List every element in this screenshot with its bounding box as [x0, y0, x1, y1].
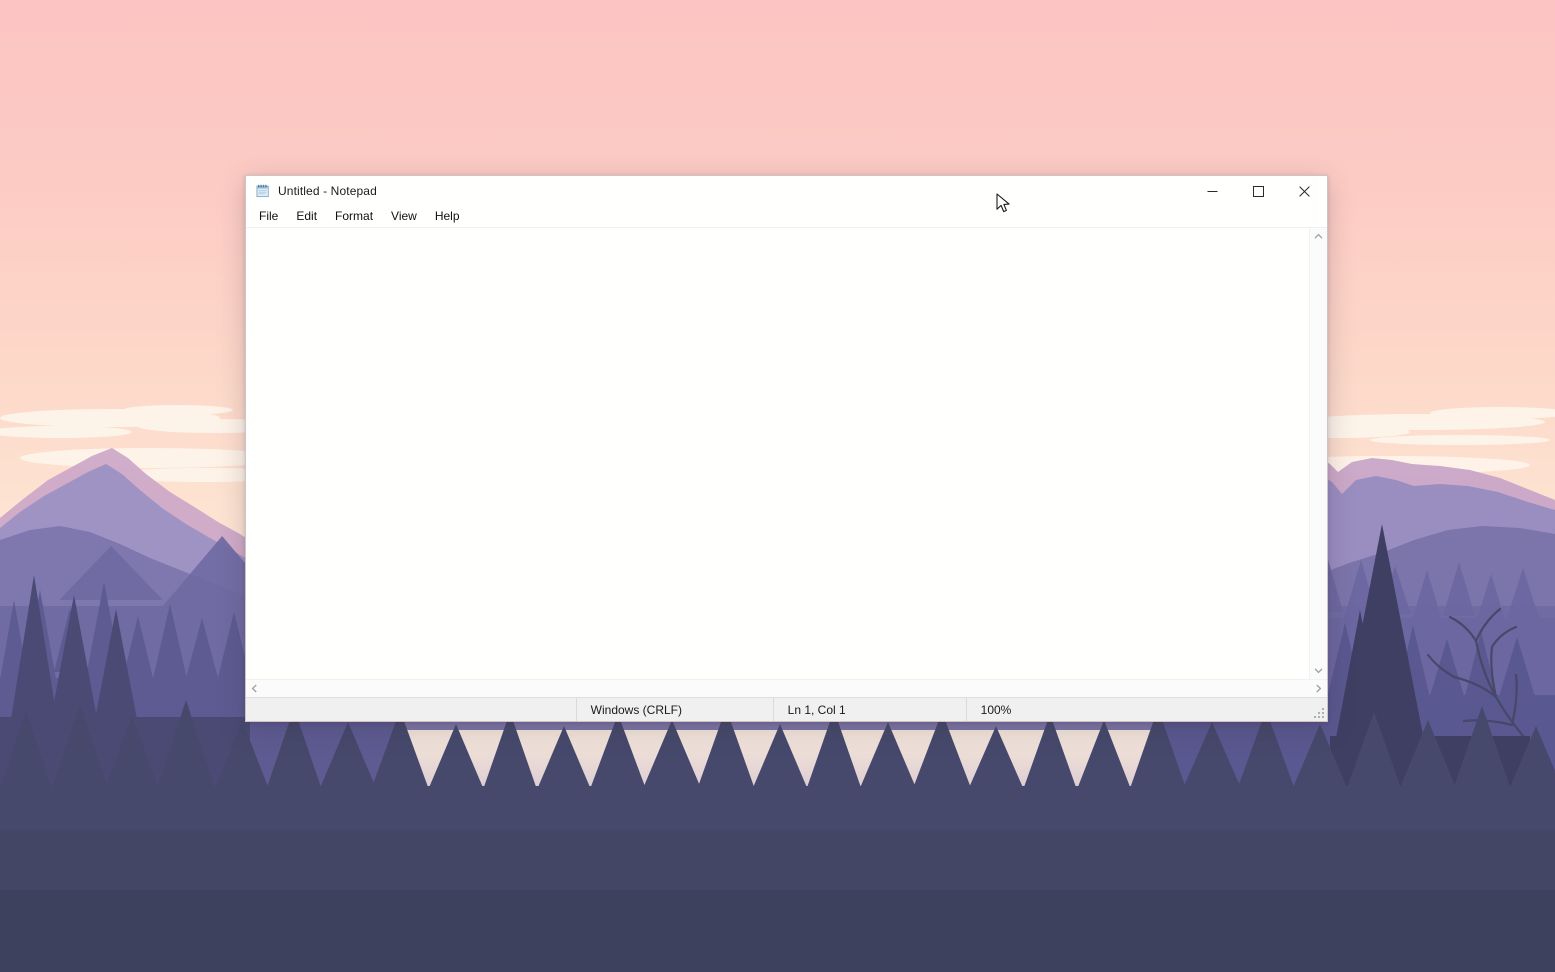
- status-cursor-position[interactable]: Ln 1, Col 1: [772, 698, 966, 721]
- vertical-scrollbar[interactable]: [1309, 228, 1327, 679]
- foreground-forest-layer: [0, 700, 1555, 972]
- status-line-ending[interactable]: Windows (CRLF): [575, 698, 773, 721]
- maximize-button[interactable]: [1235, 176, 1281, 206]
- scroll-up-button[interactable]: [1310, 228, 1327, 245]
- minimize-icon: [1207, 190, 1217, 192]
- maximize-icon: [1252, 185, 1264, 197]
- chevron-up-icon: [1314, 233, 1323, 239]
- notepad-icon: [255, 183, 271, 199]
- chevron-left-icon: [251, 684, 257, 693]
- close-button[interactable]: [1281, 176, 1327, 206]
- horizontal-scrollbar-track[interactable]: [263, 680, 1310, 697]
- resize-grip[interactable]: [1313, 707, 1325, 719]
- minimize-button[interactable]: [1189, 176, 1235, 206]
- menu-item-help[interactable]: Help: [426, 207, 469, 226]
- close-icon: [1298, 185, 1310, 197]
- status-zoom-level[interactable]: 100%: [965, 698, 1327, 721]
- chevron-down-icon: [1314, 668, 1323, 674]
- horizontal-scrollbar[interactable]: [246, 679, 1327, 697]
- editor-region: [246, 228, 1327, 679]
- text-editor-area[interactable]: [246, 228, 1309, 679]
- window-title: Untitled - Notepad: [278, 184, 377, 198]
- menu-item-view[interactable]: View: [382, 207, 426, 226]
- status-zoom-label: 100%: [980, 702, 1012, 717]
- status-bar: Windows (CRLF) Ln 1, Col 1 100%: [246, 697, 1327, 721]
- chevron-right-icon: [1316, 684, 1322, 693]
- menu-item-edit[interactable]: Edit: [287, 207, 326, 226]
- scroll-left-button[interactable]: [246, 680, 263, 697]
- menu-bar: File Edit Format View Help: [246, 206, 1327, 228]
- title-bar[interactable]: Untitled - Notepad: [246, 176, 1327, 206]
- scroll-right-button[interactable]: [1310, 680, 1327, 697]
- menu-item-format[interactable]: Format: [326, 207, 382, 226]
- caption-button-group: [1189, 176, 1327, 206]
- status-bar-spacer: [246, 698, 576, 721]
- notepad-window[interactable]: Untitled - Notepad File Edit Format View…: [245, 175, 1328, 722]
- scroll-down-button[interactable]: [1310, 662, 1327, 679]
- menu-item-file[interactable]: File: [250, 207, 287, 226]
- vertical-scrollbar-track[interactable]: [1310, 245, 1327, 662]
